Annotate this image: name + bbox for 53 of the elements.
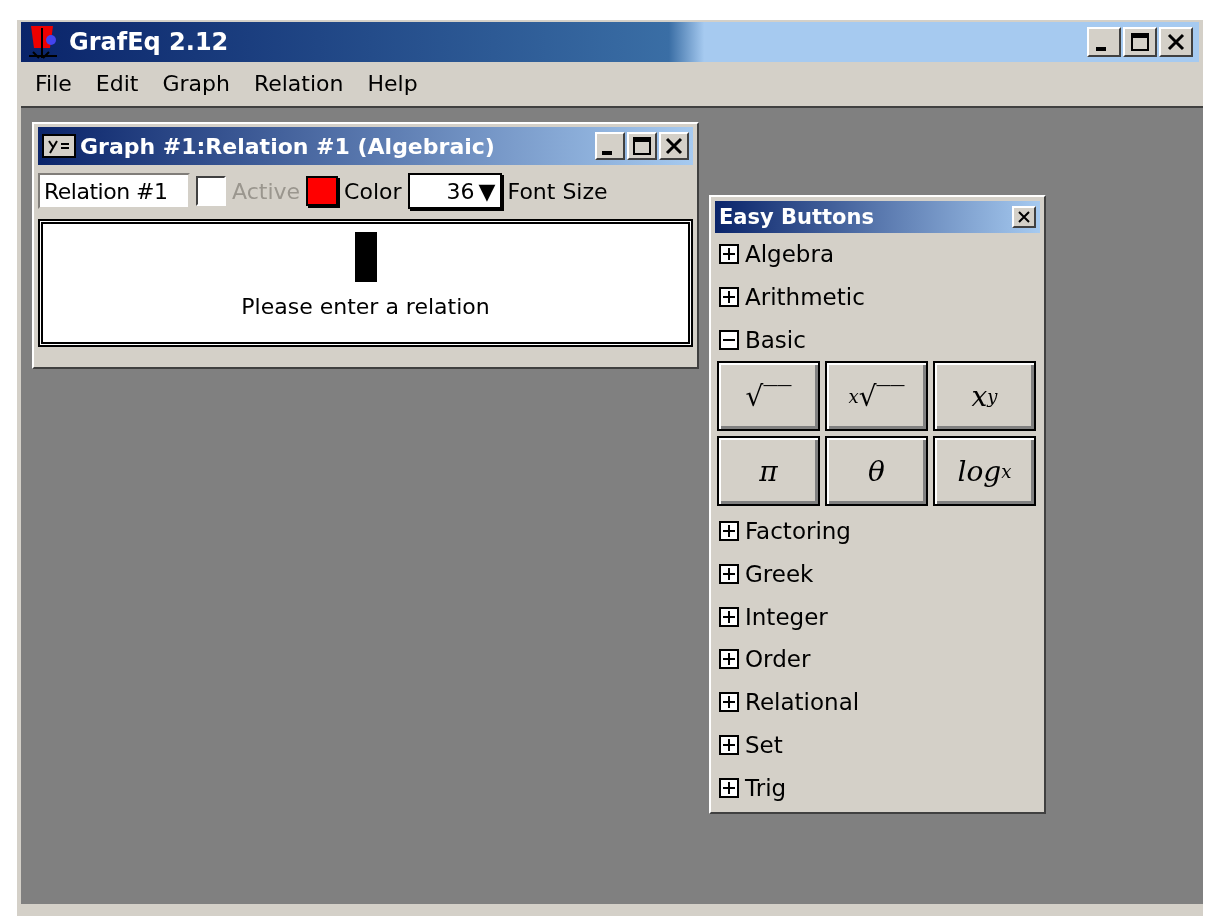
expand-icon[interactable] (719, 649, 739, 670)
expand-icon[interactable] (719, 734, 739, 755)
menu-item[interactable]: Edit (83, 70, 151, 96)
expand-icon[interactable] (719, 244, 739, 265)
window-title: GrafEq 2.12 (69, 28, 230, 56)
font-size-label: Font Size (507, 178, 608, 204)
expand-icon[interactable] (719, 692, 739, 713)
group-label[interactable]: Set (745, 731, 783, 758)
text-cursor (354, 232, 377, 282)
group-label[interactable]: Relational (745, 689, 860, 716)
group-label[interactable]: Trig (745, 774, 787, 801)
window-title: Graph #1:Relation #1 (Algebraic) (80, 133, 496, 159)
font-size-dropdown[interactable]: 36 ▼ (407, 173, 502, 209)
group-label[interactable]: Algebra (745, 241, 835, 268)
expand-icon[interactable] (719, 564, 739, 585)
relation-name-field[interactable]: Relation #1 (38, 173, 190, 209)
symbol-button[interactable]: √‾‾ (717, 361, 820, 432)
prompt-text: Please enter a relation (241, 294, 490, 319)
expand-icon[interactable] (719, 287, 739, 308)
group-label[interactable]: Integer (745, 603, 828, 630)
group-label[interactable]: Greek (745, 561, 814, 588)
expand-icon[interactable] (719, 606, 739, 627)
symbol-button[interactable]: θ (825, 436, 928, 507)
group-label[interactable]: Basic (745, 326, 806, 353)
symbol-button[interactable]: $^{x}$√‾‾ (825, 361, 928, 432)
close-button[interactable] (1159, 27, 1193, 57)
group-label[interactable]: Order (745, 646, 811, 673)
menu-item[interactable]: Help (355, 70, 430, 96)
equation-icon (42, 134, 76, 158)
panel-title: Easy Buttons (719, 205, 875, 229)
minimize-button[interactable] (595, 132, 625, 160)
close-icon (1017, 210, 1031, 224)
symbol-button[interactable]: π (717, 436, 820, 507)
menu-item[interactable]: Relation (241, 70, 356, 96)
expand-icon[interactable] (719, 777, 739, 798)
relation-editor[interactable]: Please enter a relation (38, 219, 693, 347)
maximize-button[interactable] (1123, 27, 1157, 57)
close-button[interactable] (1012, 206, 1036, 228)
group-label[interactable]: Factoring (745, 518, 851, 545)
symbol-button[interactable]: x$^{y}$ (933, 361, 1036, 432)
expand-icon[interactable] (719, 521, 739, 542)
color-label: Color (344, 178, 402, 204)
minimize-button[interactable] (1087, 27, 1121, 57)
minimize-icon (602, 151, 612, 155)
close-button[interactable] (659, 132, 689, 160)
active-label: Active (232, 178, 301, 204)
minimize-icon (1096, 47, 1106, 51)
menu-item[interactable]: File (23, 70, 84, 96)
maximize-button[interactable] (627, 132, 657, 160)
group-label[interactable]: Arithmetic (745, 284, 865, 311)
menu-item[interactable]: Graph (150, 70, 242, 96)
color-swatch[interactable] (306, 176, 339, 206)
collapse-icon[interactable] (719, 329, 739, 350)
